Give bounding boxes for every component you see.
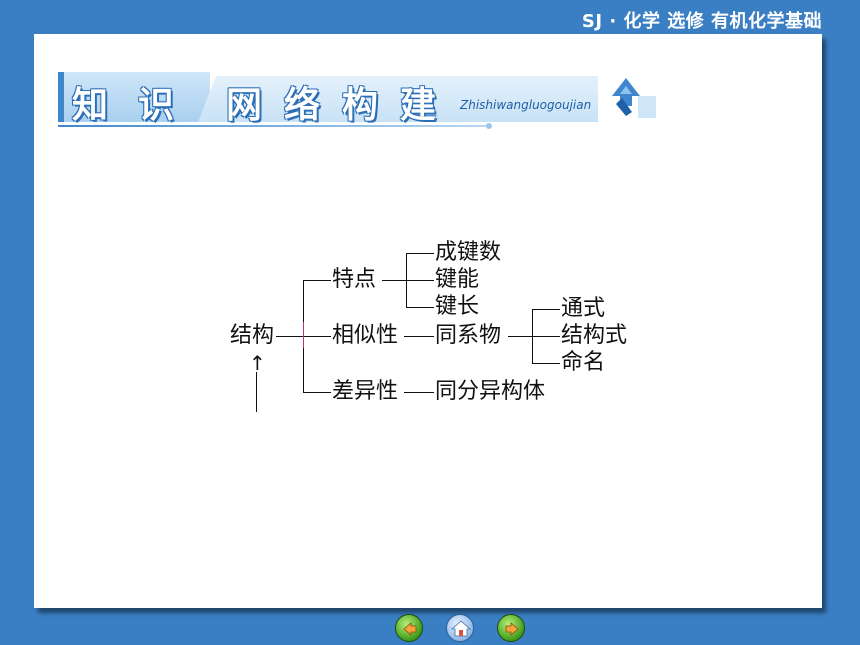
connector-line	[404, 392, 434, 393]
home-button[interactable]	[446, 614, 474, 642]
connector-line	[303, 392, 331, 393]
connector-line	[382, 280, 406, 281]
node-bond-length: 键长	[435, 294, 480, 319]
structure-diagram: 结构 ↑ 特点 成键数 键能 键长 相似性 同系物 通式 结构式 命名 差异性	[34, 34, 822, 608]
back-button[interactable]	[395, 614, 423, 642]
node-bond-energy: 键能	[435, 267, 480, 292]
connector-line	[406, 253, 434, 254]
home-icon	[450, 620, 472, 637]
connector-line	[303, 280, 331, 281]
arrow-shaft-line	[256, 372, 257, 412]
connector-line	[532, 309, 560, 310]
node-isomer: 同分异构体	[435, 379, 546, 404]
top-bar: SJ · 化学 选修 有机化学基础	[0, 0, 860, 34]
connector-line	[532, 363, 560, 364]
node-general-formula: 通式	[561, 296, 606, 321]
connector-line	[404, 336, 434, 337]
up-arrow-mark: ↑	[249, 351, 266, 375]
node-bond-count: 成键数	[435, 240, 502, 265]
node-features: 特点	[332, 267, 377, 292]
node-difference: 差异性	[332, 379, 399, 404]
node-structure: 结构	[230, 323, 275, 348]
node-homolog: 同系物	[435, 323, 502, 348]
connector-line	[406, 280, 434, 281]
bracket-highlight-line	[303, 322, 304, 348]
slide-canvas: 知 识 网 络 构 建 Zhishiwangluogoujian 结构 ↑ 特点	[34, 34, 822, 608]
forward-button[interactable]	[497, 614, 525, 642]
connector-line	[508, 336, 532, 337]
connector-line	[532, 336, 560, 337]
forward-icon	[505, 622, 519, 636]
course-title: SJ · 化学 选修 有机化学基础	[581, 11, 822, 32]
node-similarity: 相似性	[332, 323, 399, 348]
node-naming: 命名	[561, 350, 606, 375]
node-structural-formula: 结构式	[561, 323, 628, 348]
back-icon	[403, 622, 417, 636]
connector-line	[406, 307, 434, 308]
